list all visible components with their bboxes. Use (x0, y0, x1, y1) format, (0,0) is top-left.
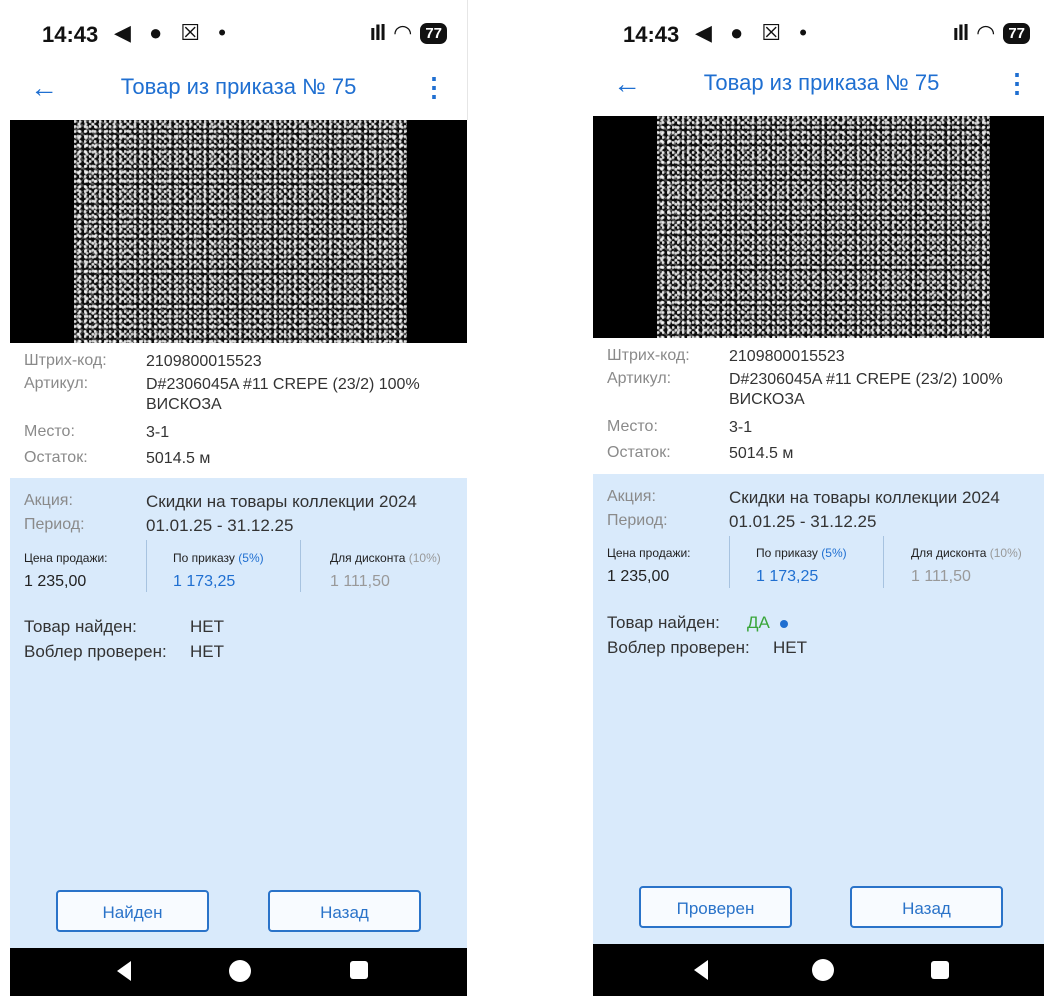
stock-label: Остаток: (24, 449, 88, 466)
wobbler-value: НЕТ (773, 638, 807, 657)
price-divider (146, 540, 147, 592)
page-title: Товар из приказа № 75 (120, 74, 357, 99)
stock-value: 5014.5 м (146, 450, 211, 467)
order-price-label: По приказу (5%) (756, 546, 847, 560)
signal-icon: ıIl (369, 20, 386, 45)
signal-icon: ıIl (952, 20, 969, 45)
stock-value: 5014.5 м (729, 445, 794, 462)
discount-price-label: Для дисконта (10%) (330, 551, 441, 565)
price-divider (300, 540, 301, 592)
app-bar: ← Товар из приказа № 75 ⋮ (10, 60, 467, 118)
page-title: Товар из приказа № 75 (703, 70, 940, 95)
found-label: Товар найден: (607, 613, 720, 632)
period-label: Период: (24, 516, 85, 533)
status-dot-icon (779, 619, 788, 628)
found-value: ДА (747, 613, 788, 633)
status-time: 14:43 (42, 22, 99, 47)
product-image-frame (10, 120, 467, 343)
found-label: Товар найден: (24, 617, 137, 636)
action-label: Акция: (24, 492, 73, 509)
product-image-frame (593, 116, 1044, 338)
article-value: D#2306045A #11 CREPE (23/2) 100% ВИСКОЗА (146, 376, 420, 413)
app-bar: ← Товар из приказа № 75 ⋮ (593, 56, 1044, 114)
discount-price-value: 1 111,50 (911, 568, 971, 585)
notification-icons: ◀ ● ☒ • (695, 20, 813, 45)
order-price-value: 1 173,25 (756, 568, 819, 585)
wobbler-label: Воблер проверен: (24, 642, 167, 661)
product-image[interactable] (74, 120, 407, 343)
wifi-icon: ◠ (976, 20, 996, 45)
place-label: Место: (24, 423, 75, 440)
screen-divider (467, 0, 468, 120)
notification-icons: ◀ ● ☒ • (114, 20, 232, 45)
barcode-value: 2109800015523 (729, 348, 845, 365)
found-value: НЕТ (190, 617, 224, 636)
nav-home-icon[interactable] (229, 960, 251, 982)
article-value: D#2306045A #11 CREPE (23/2) 100% ВИСКОЗА (729, 371, 1003, 408)
article-label: Артикул: (607, 370, 672, 387)
product-image[interactable] (657, 116, 990, 338)
sale-price-value: 1 235,00 (607, 568, 670, 585)
battery-icon: 77 (420, 22, 447, 44)
battery-icon: 77 (1003, 22, 1030, 44)
barcode-label: Штрих-код: (607, 347, 690, 364)
period-value: 01.01.25 - 31.12.25 (146, 516, 294, 535)
status-bar: 14:43 ◀ ● ☒ • ıIl ◠ 77 (10, 0, 467, 60)
wobbler-value: НЕТ (190, 642, 224, 661)
place-value: 3-1 (729, 419, 753, 436)
wifi-icon: ◠ (393, 20, 413, 45)
promo-panel (10, 478, 467, 948)
discount-price-label: Для дисконта (10%) (911, 546, 1022, 560)
system-nav-bar (10, 948, 467, 996)
nav-back-icon[interactable] (117, 961, 131, 981)
nav-home-icon[interactable] (812, 959, 834, 981)
action-value: Скидки на товары коллекции 2024 (146, 492, 417, 511)
price-divider (883, 536, 884, 588)
nav-recents-icon[interactable] (350, 961, 368, 979)
order-price-value: 1 173,25 (173, 573, 236, 590)
sale-price-label: Цена продажи: (24, 551, 108, 565)
discount-price-value: 1 111,50 (330, 573, 390, 590)
article-label: Артикул: (24, 375, 89, 392)
back-button[interactable]: Назад (268, 890, 421, 932)
checked-button[interactable]: Проверен (639, 886, 792, 928)
barcode-value: 2109800015523 (146, 353, 262, 370)
nav-recents-icon[interactable] (931, 961, 949, 979)
wobbler-label: Воблер проверен: (607, 638, 750, 657)
found-button[interactable]: Найден (56, 890, 209, 932)
status-bar: 14:43 ◀ ● ☒ • ıIl ◠ 77 (593, 0, 1044, 60)
period-value: 01.01.25 - 31.12.25 (729, 512, 877, 531)
nav-back-icon[interactable] (694, 960, 708, 980)
action-label: Акция: (607, 488, 656, 505)
more-menu-icon[interactable]: ⋮ (1004, 68, 1030, 99)
more-menu-icon[interactable]: ⋮ (421, 72, 447, 103)
status-right: ıIl ◠ 77 (370, 20, 447, 46)
order-price-label: По приказу (5%) (173, 551, 264, 565)
back-button[interactable]: Назад (850, 886, 1003, 928)
status-right: ıIl ◠ 77 (953, 20, 1030, 46)
sale-price-value: 1 235,00 (24, 573, 87, 590)
sale-price-label: Цена продажи: (607, 546, 691, 560)
status-time: 14:43 (623, 22, 680, 47)
price-divider (729, 536, 730, 588)
place-label: Место: (607, 418, 658, 435)
phone-screen-right: 14:43 ◀ ● ☒ • ıIl ◠ 77 ← Товар из приказ… (593, 0, 1044, 996)
action-value: Скидки на товары коллекции 2024 (729, 488, 1000, 507)
stock-label: Остаток: (607, 444, 671, 461)
barcode-label: Штрих-код: (24, 352, 107, 369)
period-label: Период: (607, 512, 668, 529)
phone-screen-left: 14:43 ◀ ● ☒ • ıIl ◠ 77 ← Товар из приказ… (10, 0, 467, 996)
place-value: 3-1 (146, 424, 170, 441)
system-nav-bar (593, 944, 1044, 996)
